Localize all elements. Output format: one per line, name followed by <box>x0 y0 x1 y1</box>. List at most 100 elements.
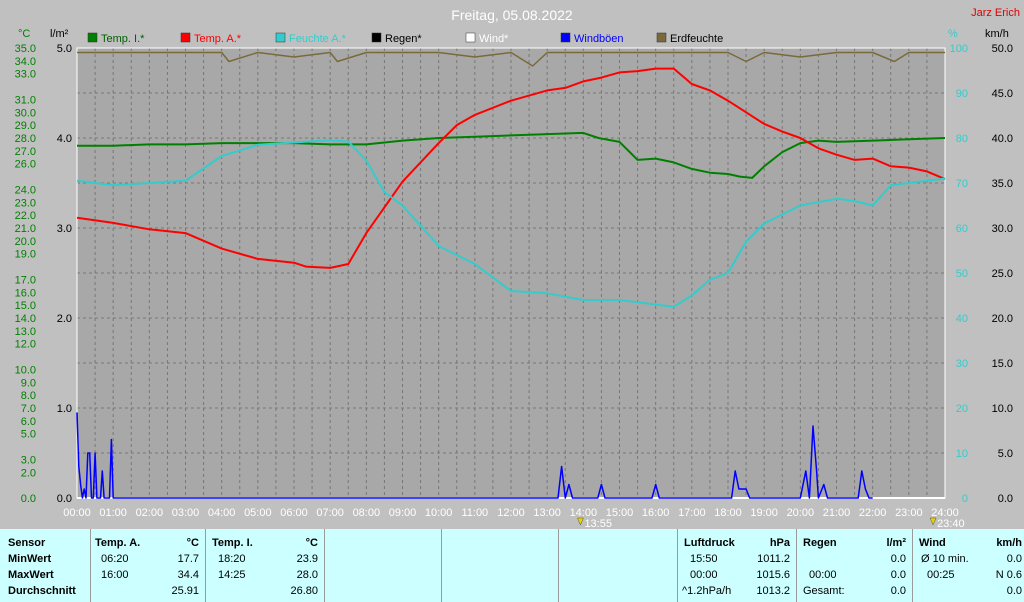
temp-tick-label: 3.0 <box>21 454 36 466</box>
sensor-title: Sensor <box>8 537 46 549</box>
temp-a-column: Temp. A. °C 06:20 17.7 16:00 34.4 25.91 <box>91 529 206 602</box>
temp-tick-label: 31.0 <box>15 94 36 106</box>
wind-column: Wind km/h Ø 10 min. 0.0 00:25 N 0.6 0.0 <box>913 529 1024 602</box>
wind-tick-label: 45.0 <box>992 88 1013 100</box>
temp-tick-label: 6.0 <box>21 416 36 428</box>
wind-tick-label: 25.0 <box>992 268 1013 280</box>
luftdruck-max-time: 00:00 <box>690 569 718 581</box>
humidity-tick-label: 40 <box>956 313 968 325</box>
wind-tick-label: 0.0 <box>998 493 1013 505</box>
temp-tick-label: 26.0 <box>15 159 36 171</box>
temp-tick-label: 20.0 <box>15 236 36 248</box>
x-tick-label: 23:00 <box>895 507 923 519</box>
x-tick-label: 16:00 <box>642 507 670 519</box>
wind-tick-label: 40.0 <box>992 133 1013 145</box>
chart-title: Freitag, 05.08.2022 <box>451 7 573 23</box>
temp-tick-label: 14.0 <box>15 313 36 325</box>
legend-label: Regen* <box>385 33 422 45</box>
sensor-row-avg: Durchschnitt <box>8 585 76 597</box>
luftdruck-trend: ^1.2hPa/h <box>682 585 732 597</box>
temp-tick-label: 33.0 <box>15 69 36 81</box>
wind-tick-label: 30.0 <box>992 223 1013 235</box>
rain-tick-label: 0.0 <box>57 493 72 505</box>
humidity-tick-label: 80 <box>956 133 968 145</box>
wind-avg-label: Ø 10 min. <box>921 553 969 565</box>
x-tick-label: 12:00 <box>497 507 525 519</box>
temp-tick-label: 13.0 <box>15 326 36 338</box>
temp-tick-label: 22.0 <box>15 210 36 222</box>
luftdruck-column: Luftdruck hPa 15:50 1011.2 00:00 1015.6 … <box>678 529 797 602</box>
legend-label: Erdfeuchte <box>670 33 723 45</box>
wind-unit: km/h <box>996 537 1022 549</box>
temp-tick-label: 12.0 <box>15 339 36 351</box>
legend-label: Feuchte A.* <box>289 33 347 45</box>
rain-tick-label: 4.0 <box>57 133 72 145</box>
x-tick-label: 05:00 <box>244 507 272 519</box>
temp-tick-label: 7.0 <box>21 403 36 415</box>
wind-avg-value: 0.0 <box>1006 553 1022 565</box>
luftdruck-max-value: 1015.6 <box>756 569 790 581</box>
temp-tick-label: 17.0 <box>15 274 36 286</box>
humidity-tick-label: 100 <box>950 43 968 55</box>
temp-tick-label: 10.0 <box>15 364 36 376</box>
x-tick-label: 07:00 <box>316 507 344 519</box>
temp-a-average: 25.91 <box>171 585 199 597</box>
legend-swatch <box>656 32 667 43</box>
empty-column-2 <box>442 529 559 602</box>
regen-unit: l/m² <box>886 537 906 549</box>
weather-app: 00:00 01:00 02:00 03:00 04:00 05:00 06:00 07:00… <box>0 0 1024 602</box>
x-tick-label: 06:00 <box>280 507 308 519</box>
x-tick-label: 19:00 <box>750 507 778 519</box>
temp-tick-label: 8.0 <box>21 390 36 402</box>
sensor-column: Sensor MinWert MaxWert Durchschnitt <box>0 529 91 602</box>
humidity-tick-label: 0 <box>962 493 968 505</box>
legend-label: Wind* <box>479 33 509 45</box>
legend-swatch <box>180 32 191 43</box>
legend-swatch <box>275 32 286 43</box>
annotation-label: 23:40 <box>937 518 965 529</box>
legend-swatch <box>560 32 571 43</box>
temp-tick-label: 2.0 <box>21 467 36 479</box>
regen-column: Regen l/m² 0.0 00:00 0.0 Gesamt: 0.0 <box>797 529 913 602</box>
x-tick-label: 21:00 <box>823 507 851 519</box>
luftdruck-min-value: 1011.2 <box>757 553 790 565</box>
x-tick-label: 20:00 <box>787 507 815 519</box>
x-tick-label: 17:00 <box>678 507 706 519</box>
temp-tick-label: 16.0 <box>15 287 36 299</box>
weather-chart: 00:00 01:00 02:00 03:00 04:00 05:00 06:00 07:00… <box>0 0 1024 529</box>
x-tick-label: 08:00 <box>353 507 381 519</box>
temp-i-max-value: 28.0 <box>296 569 318 581</box>
temp-i-column: Temp. I. °C 18:20 23.9 14:25 28.0 26.80 <box>206 529 325 602</box>
temp-a-max-value: 34.4 <box>177 569 199 581</box>
regen-max-value: 0.0 <box>890 569 906 581</box>
wind-tick-label: 50.0 <box>992 43 1013 55</box>
humidity-tick-label: 50 <box>956 268 968 280</box>
temp-tick-label: 34.0 <box>15 56 36 68</box>
humidity-tick-label: 60 <box>956 223 968 235</box>
x-tick-label: 22:00 <box>859 507 887 519</box>
luftdruck-title: Luftdruck <box>684 537 735 549</box>
x-tick-label: 11:00 <box>461 507 488 519</box>
wind-tick-label: 35.0 <box>992 178 1013 190</box>
wind-average: 0.0 <box>1006 585 1022 597</box>
rain-tick-label: 5.0 <box>57 43 72 55</box>
temp-tick-label: 21.0 <box>15 223 36 235</box>
regen-min-value: 0.0 <box>890 553 906 565</box>
temp-a-min-value: 17.7 <box>177 553 199 565</box>
temp-i-average: 26.80 <box>290 585 318 597</box>
wind-tick-label: 20.0 <box>992 313 1013 325</box>
temp-i-min-time: 18:20 <box>218 553 246 565</box>
temp-a-min-time: 06:20 <box>101 553 129 565</box>
temp-i-max-time: 14:25 <box>218 569 246 581</box>
regen-max-time: 00:00 <box>809 569 837 581</box>
humidity-tick-label: 90 <box>956 88 968 100</box>
temp-tick-label: 27.0 <box>15 146 36 158</box>
luftdruck-min-time: 15:50 <box>690 553 718 565</box>
empty-column-1 <box>325 529 442 602</box>
temp-i-title: Temp. I. <box>212 537 253 549</box>
legend-swatch <box>371 32 382 43</box>
author-label: Jarz Erich <box>971 7 1020 19</box>
temp-tick-label: 5.0 <box>21 429 36 441</box>
x-tick-label: 10:00 <box>425 507 453 519</box>
sensor-row-min: MinWert <box>8 553 52 565</box>
